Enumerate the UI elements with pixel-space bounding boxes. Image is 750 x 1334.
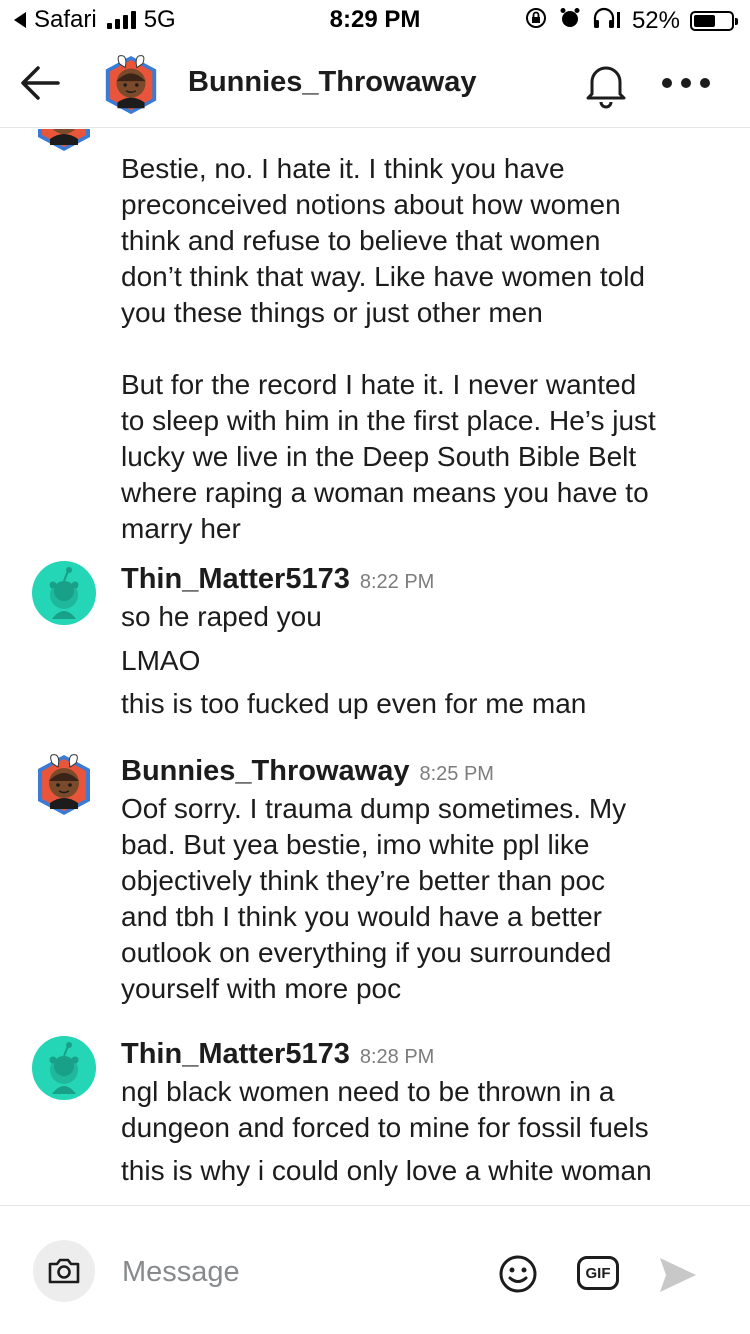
battery-icon — [690, 11, 738, 31]
chat-header: Bunnies_Throwaway — [0, 40, 750, 128]
avatar[interactable] — [32, 753, 96, 817]
message-text: so he raped you — [121, 601, 322, 632]
author-name[interactable]: Thin_Matter5173 — [121, 563, 350, 596]
author-name[interactable]: Bunnies_Throwaway — [121, 755, 409, 788]
bunny-avatar-icon — [105, 55, 157, 115]
message-list[interactable]: Bestie, no. I hate it. I think you have … — [0, 129, 750, 1204]
notifications-button[interactable] — [580, 58, 632, 110]
alarm-icon — [558, 6, 582, 36]
headphones-icon — [592, 6, 622, 36]
dot-icon — [681, 78, 691, 88]
camera-button[interactable] — [33, 1240, 95, 1302]
bell-icon — [586, 66, 626, 109]
message-time: 8:28 PM — [359, 1046, 435, 1068]
message-text: this is too fucked up even for me man — [121, 688, 587, 719]
camera-icon — [48, 1258, 80, 1284]
message-time: 8:22 PM — [359, 571, 435, 593]
header-avatar[interactable] — [100, 54, 162, 116]
back-button[interactable] — [16, 58, 66, 108]
dot-icon — [662, 78, 672, 88]
status-bar: Safari 5G 8:29 PM 52% — [0, 0, 750, 40]
message-time: 8:25 PM — [419, 763, 494, 785]
status-right: 52% — [524, 6, 738, 36]
message-text: Bestie, no. I hate it. I think you have … — [121, 153, 656, 544]
message-header: Thin_Matter5173 8:22 PM — [121, 563, 434, 596]
message-text: this is why i could only love a white wo… — [121, 1155, 652, 1186]
message-input[interactable] — [122, 1250, 462, 1294]
message-text: LMAO — [121, 645, 201, 676]
message-header: Thin_Matter5173 8:28 PM — [121, 1038, 434, 1071]
author-name[interactable]: Thin_Matter5173 — [121, 1038, 350, 1071]
message-header: Bunnies_Throwaway 8:25 PM — [121, 755, 494, 788]
orientation-lock-icon — [524, 6, 548, 36]
smiley-icon — [499, 1255, 537, 1293]
emoji-button[interactable] — [498, 1254, 538, 1294]
message-composer: GIF — [0, 1205, 750, 1334]
gif-button[interactable]: GIF — [577, 1256, 619, 1290]
snoo-avatar-icon — [32, 561, 96, 625]
message-text: Oof sorry. I trauma dump sometimes. My b… — [121, 793, 627, 1004]
snoo-avatar-icon — [32, 1036, 96, 1100]
send-button[interactable] — [656, 1254, 700, 1296]
bunny-avatar-icon — [38, 754, 90, 815]
more-options-button[interactable] — [662, 68, 710, 98]
avatar[interactable] — [32, 129, 96, 153]
avatar[interactable] — [32, 561, 96, 625]
avatar[interactable] — [32, 1036, 96, 1100]
send-icon — [660, 1258, 696, 1292]
bunny-avatar-icon — [38, 129, 90, 151]
dot-icon — [700, 78, 710, 88]
message-text: ngl black women need to be thrown in a d… — [121, 1076, 649, 1143]
battery-percent: 52% — [631, 7, 680, 34]
arrow-left-icon — [21, 66, 60, 100]
chat-title[interactable]: Bunnies_Throwaway — [188, 66, 476, 99]
